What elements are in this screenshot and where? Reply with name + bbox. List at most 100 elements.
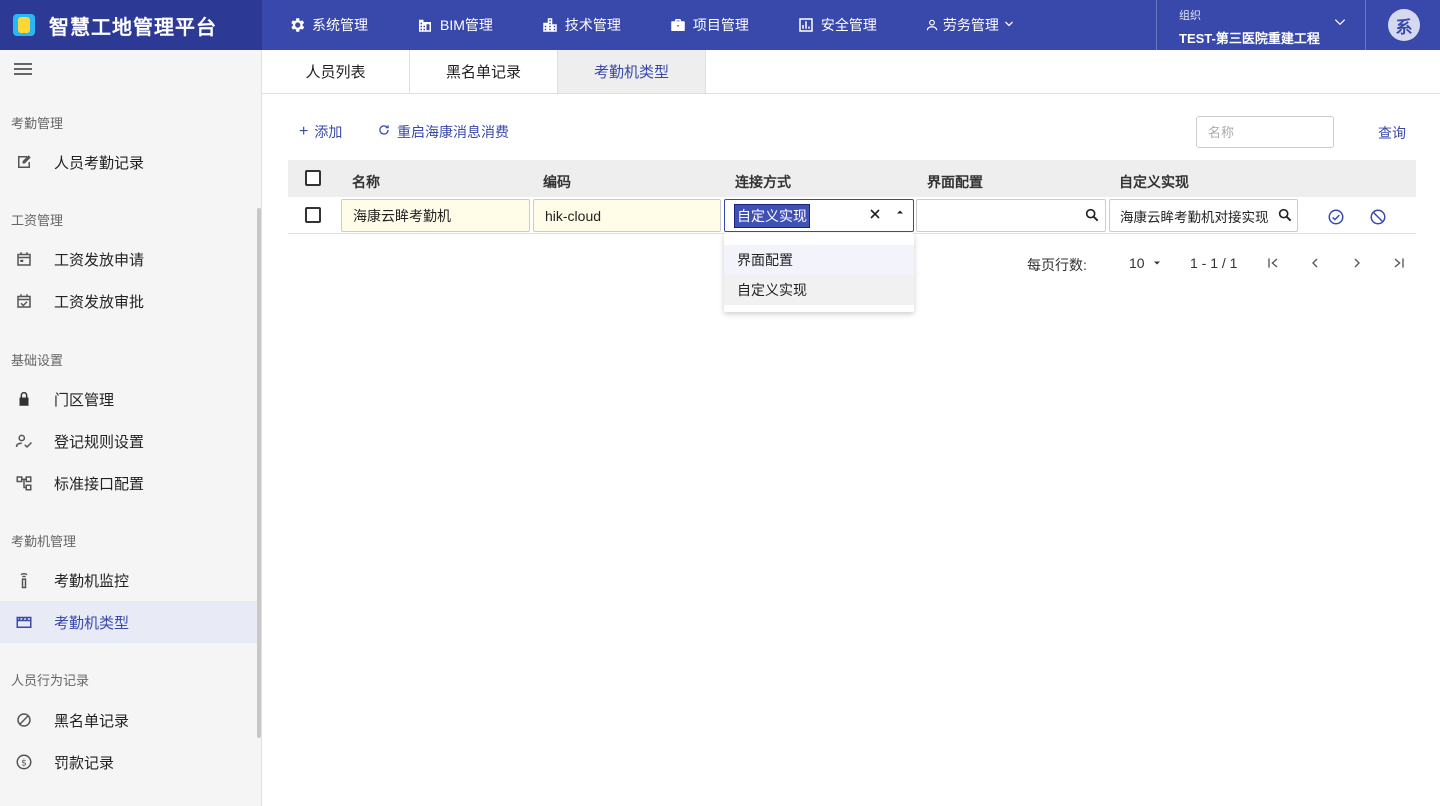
sidebar-item-device-type[interactable]: 考勤机类型 [0, 601, 257, 643]
tab-device-type[interactable]: 考勤机类型 [558, 50, 706, 93]
column-header-connection[interactable]: 连接方式 [735, 172, 791, 192]
add-label: 添加 [314, 124, 343, 140]
tower-icon [15, 571, 33, 589]
sidebar-item-salary-approve[interactable]: 工资发放审批 [0, 280, 257, 322]
sidebar-group-title: 工资管理 [11, 213, 64, 228]
app-logo [13, 14, 35, 36]
building-icon [416, 16, 434, 34]
svg-text:$: $ [21, 758, 27, 768]
ui-config-field[interactable] [916, 199, 1106, 232]
custom-impl-field[interactable]: 海康云眸考勤机对接实现 [1109, 199, 1298, 232]
code-field[interactable]: hik-cloud [533, 199, 721, 232]
column-header-name[interactable]: 名称 [352, 172, 380, 192]
rows-per-page-select[interactable]: 10 [1129, 255, 1162, 271]
search-input[interactable] [1196, 116, 1334, 148]
chevron-down-icon [1003, 18, 1015, 33]
nav-label: 系统管理 [312, 17, 368, 33]
plus-icon: + [299, 123, 309, 140]
caret-up-icon[interactable] [895, 207, 905, 220]
top-nav: 系统管理 BIM管理 技术管理 项目管理 安全管理 劳务管理 [262, 0, 1063, 50]
nav-item-project[interactable]: 项目管理 [669, 0, 749, 50]
restart-consume-button[interactable]: 重启海康消息消费 [377, 122, 509, 142]
sidebar-item-device-monitor[interactable]: 考勤机监控 [0, 559, 257, 601]
tab-bar: 人员列表 黑名单记录 考勤机类型 [262, 50, 1440, 94]
app-title: 智慧工地管理平台 [49, 16, 217, 39]
connection-select[interactable]: 自定义实现 [724, 199, 914, 232]
top-bar: 智慧工地管理平台 系统管理 BIM管理 技术管理 项目管理 安全管理 劳务管理 … [0, 0, 1440, 50]
block-icon [15, 711, 33, 729]
city-icon [541, 16, 559, 34]
avatar[interactable]: 系 [1388, 9, 1420, 41]
caret-down-icon [1154, 261, 1161, 265]
chevron-down-icon [1334, 19, 1346, 26]
last-page-icon[interactable] [1391, 255, 1407, 271]
calendar-icon [15, 250, 33, 268]
row-checkbox[interactable] [305, 207, 321, 223]
nav-label: 技术管理 [564, 17, 621, 33]
dropdown-option-ui-config[interactable]: 界面配置 [724, 245, 914, 275]
org-selector[interactable]: 组织 TEST-第三医院重建工程 [1156, 0, 1366, 50]
name-field[interactable]: 海康云眸考勤机 [341, 199, 530, 232]
sidebar-item-attendance-record[interactable]: 人员考勤记录 [0, 141, 257, 183]
gear-icon [288, 16, 306, 34]
next-page-icon[interactable] [1349, 255, 1365, 271]
sidebar-item-label: 工资发放申请 [54, 251, 145, 269]
sidebar-item-register-rules[interactable]: 登记规则设置 [0, 420, 257, 462]
dropdown-option-custom-impl[interactable]: 自定义实现 [724, 275, 914, 305]
column-header-code[interactable]: 编码 [543, 172, 571, 192]
connection-value: 自定义实现 [734, 203, 810, 228]
sidebar-item-label: 考勤机监控 [54, 572, 130, 590]
brand[interactable]: 智慧工地管理平台 [0, 0, 262, 50]
nav-label: 劳务管理 [942, 17, 999, 33]
sidebar-item-fines[interactable]: $ 罚款记录 [0, 741, 257, 783]
sidebar-item-blacklist[interactable]: 黑名单记录 [0, 699, 257, 741]
dollar-icon: $ [15, 753, 33, 771]
nav-item-labor[interactable]: 劳务管理 [925, 0, 1015, 50]
nav-label: BIM管理 [440, 17, 493, 33]
sidebar-item-label: 黑名单记录 [54, 712, 130, 730]
query-button[interactable]: 查询 [1378, 123, 1406, 143]
confirm-icon[interactable] [1327, 208, 1345, 226]
sidebar-group-title: 基础设置 [11, 353, 64, 368]
cancel-icon[interactable] [1369, 208, 1387, 226]
nav-item-bim[interactable]: BIM管理 [416, 0, 493, 50]
nav-label: 安全管理 [820, 17, 877, 33]
movie-icon [15, 613, 33, 631]
close-icon[interactable] [867, 206, 883, 227]
sidebar-item-label: 人员考勤记录 [54, 154, 145, 172]
sidebar-item-salary-apply[interactable]: 工资发放申请 [0, 238, 257, 280]
sidebar-item-label: 工资发放审批 [54, 293, 145, 311]
sidebar-group-title: 考勤机管理 [11, 534, 77, 549]
tab-blacklist[interactable]: 黑名单记录 [410, 50, 558, 93]
column-header-ui-config[interactable]: 界面配置 [927, 172, 983, 192]
add-button[interactable]: + 添加 [299, 122, 342, 142]
prev-page-icon[interactable] [1307, 255, 1323, 271]
tab-personnel-list[interactable]: 人员列表 [262, 50, 410, 93]
column-header-custom-impl[interactable]: 自定义实现 [1119, 172, 1189, 192]
sidebar-scrollbar[interactable] [257, 208, 261, 738]
connection-dropdown: 界面配置 自定义实现 [724, 233, 914, 312]
table-header: 名称 编码 连接方式 界面配置 自定义实现 [288, 160, 1416, 197]
pagination-range: 1 - 1 / 1 [1190, 255, 1238, 271]
person-check-icon [15, 432, 33, 450]
sidebar-group-title: 人员行为记录 [11, 673, 90, 688]
nav-label: 项目管理 [692, 17, 749, 33]
sidebar-item-standard-api[interactable]: 标准接口配置 [0, 462, 257, 504]
chart-box-icon [797, 16, 815, 34]
refresh-icon [377, 123, 391, 142]
search-icon[interactable] [1277, 207, 1293, 223]
nav-item-system[interactable]: 系统管理 [288, 0, 368, 50]
edit-note-icon [15, 153, 33, 171]
tree-icon [15, 474, 33, 492]
sidebar-group-title: 考勤管理 [11, 116, 64, 131]
menu-icon[interactable] [14, 63, 32, 77]
sidebar-item-label: 门区管理 [54, 391, 115, 409]
search-icon[interactable] [1084, 207, 1100, 223]
select-all-checkbox[interactable] [305, 170, 321, 186]
sidebar: 考勤管理 人员考勤记录 工资管理 工资发放申请 工资发放审批 基础设置 门区管理… [0, 50, 262, 806]
sidebar-item-door-area[interactable]: 门区管理 [0, 378, 257, 420]
first-page-icon[interactable] [1265, 255, 1281, 271]
nav-item-safety[interactable]: 安全管理 [797, 0, 877, 50]
nav-item-tech[interactable]: 技术管理 [541, 0, 621, 50]
calendar-check-icon [15, 292, 33, 310]
